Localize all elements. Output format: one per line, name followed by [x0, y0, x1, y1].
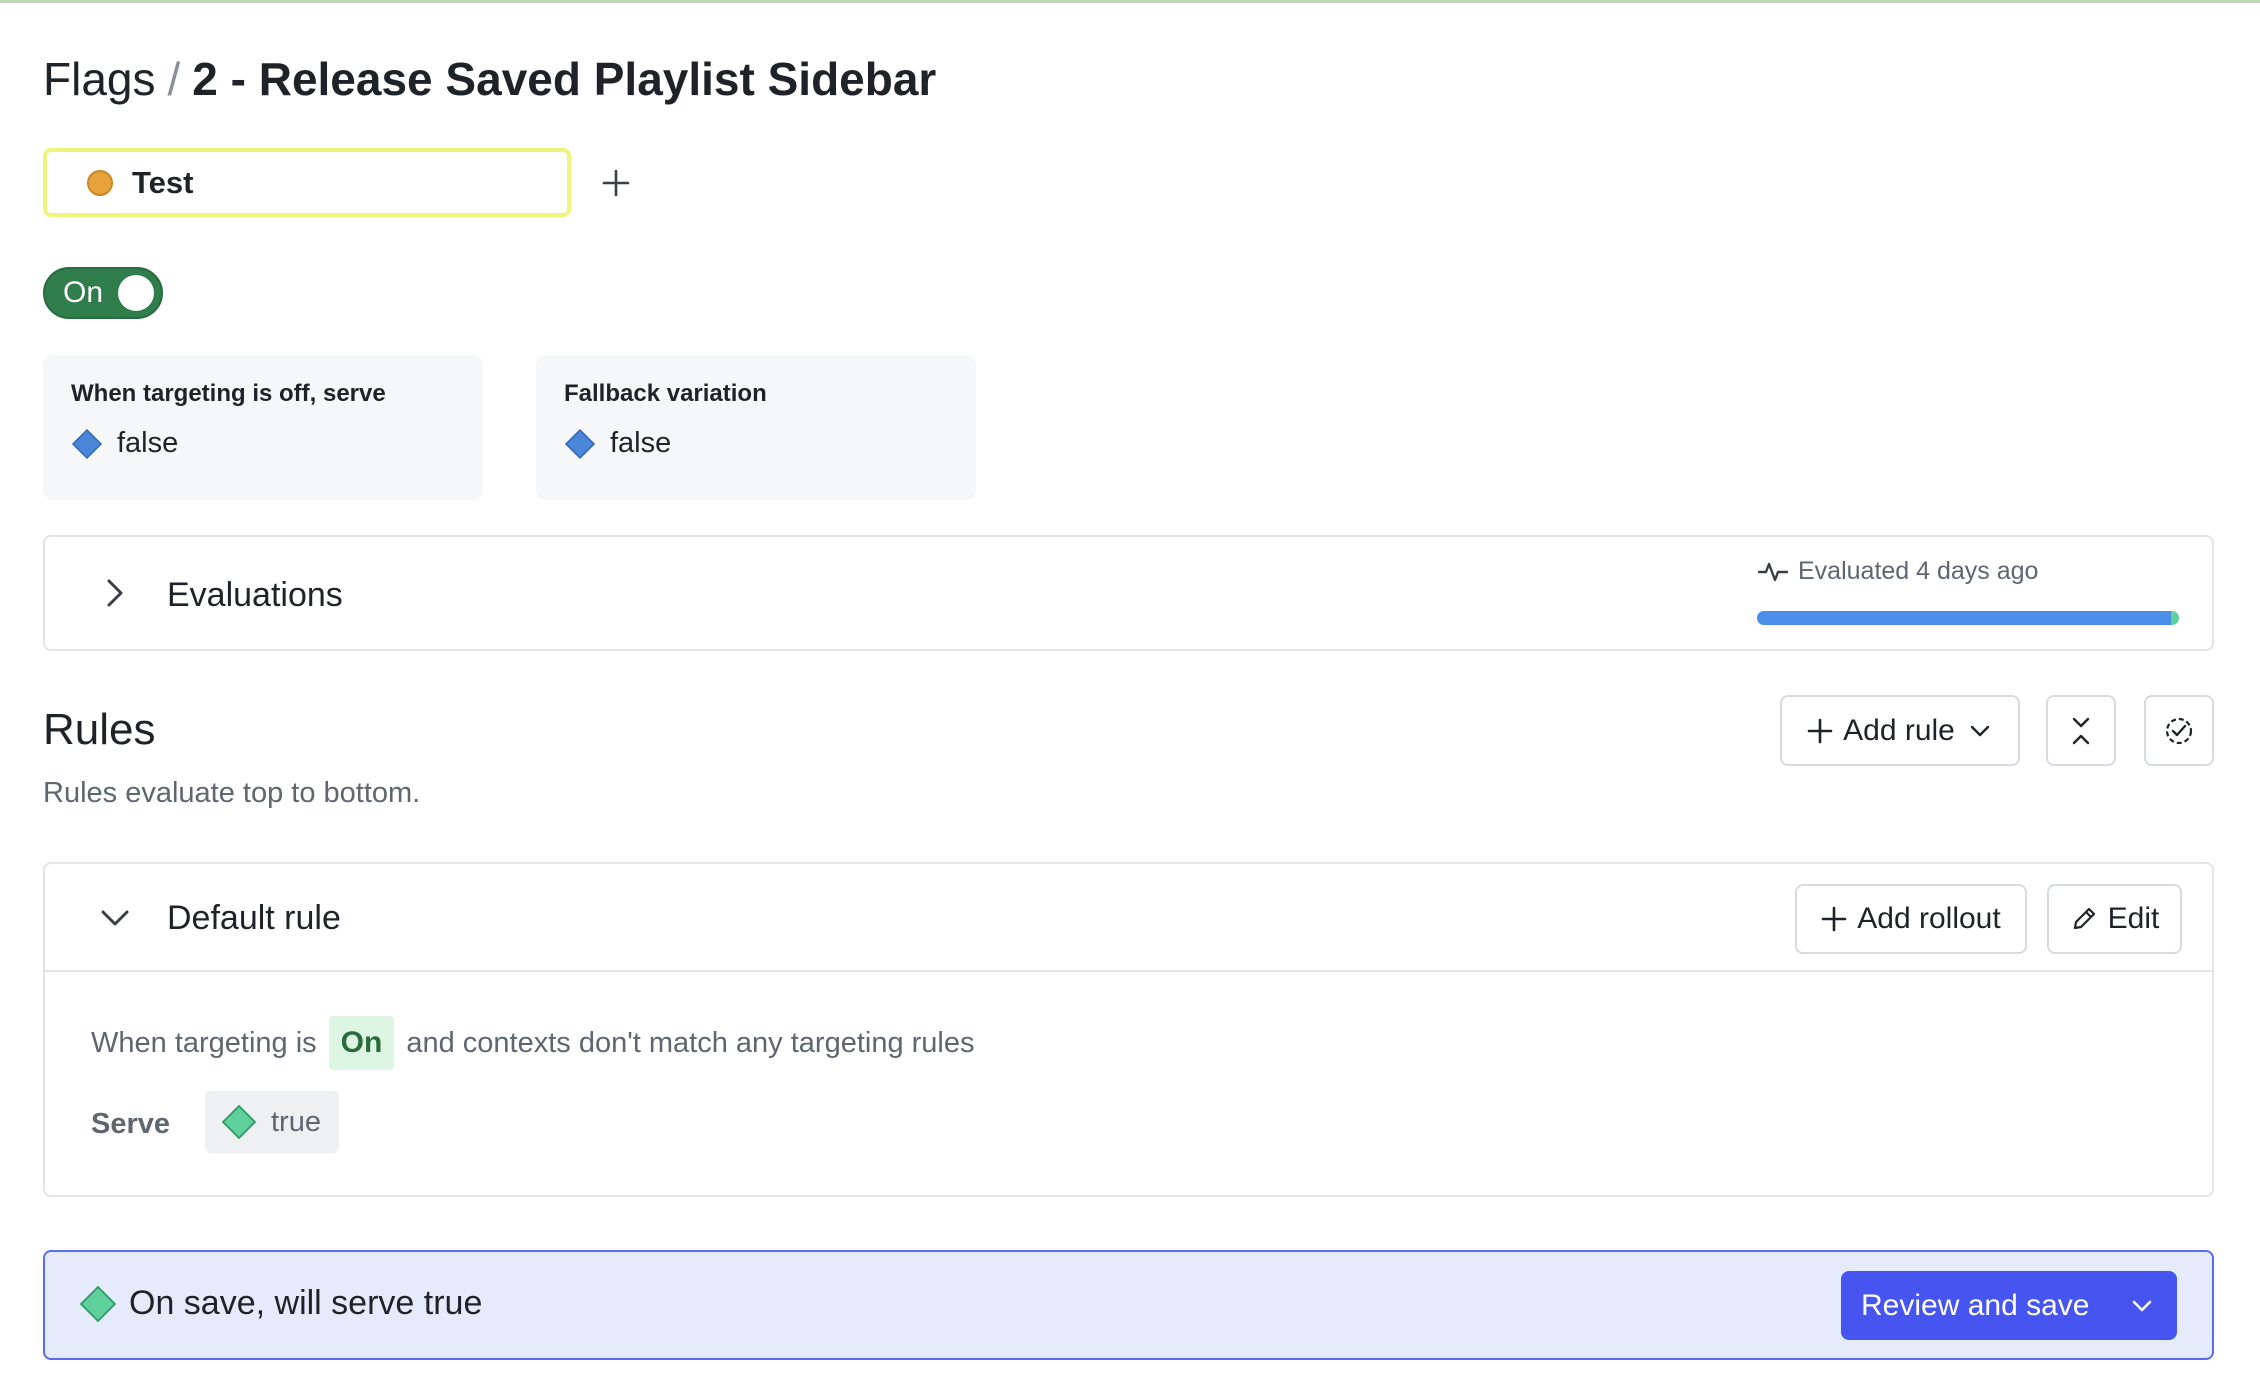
- evaluations-bar-primary: [1757, 611, 2171, 625]
- diamond-icon: [79, 1285, 117, 1322]
- rules-heading: Rules: [43, 705, 156, 754]
- default-rule-panel: Default rule Add rollout Edit When targe…: [43, 862, 2214, 1197]
- toggle-knob: [118, 275, 154, 311]
- evaluations-status-text: Evaluated 4 days ago: [1798, 557, 2039, 585]
- pencil-icon: [2073, 907, 2095, 930]
- add-rule-label: Add rule: [1843, 713, 1955, 747]
- default-rule-description: When targeting is On and contexts don't …: [91, 1016, 975, 1070]
- diamond-icon: [71, 428, 103, 459]
- targeting-state-chip: On: [328, 1016, 395, 1070]
- off-variation-value: false: [71, 427, 483, 460]
- rule-header-divider: [45, 970, 2212, 972]
- review-and-save-label: Review and save: [1861, 1288, 2090, 1322]
- serve-label: Serve: [91, 1108, 171, 1140]
- chevron-down-icon[interactable]: [2129, 1293, 2155, 1319]
- fallback-variation-title: Fallback variation: [564, 380, 767, 407]
- fallback-variation-card: Fallback variation false: [536, 355, 976, 500]
- evaluations-bar-secondary: [2170, 611, 2179, 625]
- off-variation-title: When targeting is off, serve: [71, 380, 386, 407]
- flag-targeting-page: Flags / 2 - Release Saved Playlist Sideb…: [0, 0, 2260, 1388]
- page-title: 2 - Release Saved Playlist Sidebar: [192, 53, 937, 105]
- serve-variation-chip[interactable]: true: [205, 1091, 339, 1153]
- pulse-icon: [1758, 562, 1788, 581]
- evaluations-status: Evaluated 4 days ago: [1758, 557, 2038, 586]
- breadcrumb-flags-link[interactable]: Flags: [43, 49, 155, 109]
- rule-description-suffix: and contexts don't match any targeting r…: [406, 1026, 975, 1059]
- add-rollout-label: Add rollout: [1857, 902, 2001, 935]
- evaluations-progress-bar: [1757, 611, 2179, 625]
- rules-subtitle: Rules evaluate top to bottom.: [43, 777, 421, 809]
- save-message: On save, will serve true: [79, 1284, 482, 1323]
- collapse-icon: [2072, 717, 2090, 744]
- chevron-down-icon: [1970, 725, 1990, 736]
- save-message-text: On save, will serve true: [129, 1284, 483, 1322]
- evaluations-title: Evaluations: [167, 576, 343, 614]
- diamond-icon: [564, 428, 596, 459]
- serve-variation-value: true: [271, 1105, 321, 1138]
- plus-icon: [1807, 718, 1833, 743]
- review-and-save-button[interactable]: Review and save: [1841, 1271, 2177, 1340]
- breadcrumb-separator: /: [167, 53, 181, 105]
- evaluations-panel[interactable]: Evaluations Evaluated 4 days ago: [43, 535, 2214, 651]
- chevron-down-icon[interactable]: [95, 898, 135, 938]
- rule-description-prefix: When targeting is: [91, 1026, 317, 1059]
- toggle-label: On: [63, 276, 104, 309]
- environment-tab-test[interactable]: Test: [43, 148, 571, 217]
- targeting-toggle[interactable]: On: [43, 267, 163, 319]
- default-rule-title: Default rule: [167, 899, 341, 937]
- add-rollout-button[interactable]: Add rollout: [1795, 884, 2027, 954]
- environment-tab-label: Test: [132, 164, 194, 200]
- pending-changes-bar: On save, will serve true Review and save: [43, 1250, 2214, 1360]
- edit-rule-button[interactable]: Edit: [2047, 884, 2182, 954]
- check-rules-button[interactable]: [2144, 695, 2214, 766]
- off-variation-card: When targeting is off, serve false: [43, 355, 483, 500]
- add-rule-button[interactable]: Add rule: [1780, 695, 2020, 766]
- breadcrumb: Flags / 2 - Release Saved Playlist Sideb…: [43, 49, 936, 109]
- plus-icon: [602, 169, 630, 197]
- chevron-right-icon[interactable]: [95, 573, 135, 613]
- add-environment-button[interactable]: [596, 158, 636, 208]
- fallback-variation-value-text: false: [610, 427, 672, 459]
- edit-label: Edit: [2107, 902, 2160, 935]
- check-circle-icon: [2165, 717, 2193, 744]
- environment-status-dot: [87, 169, 113, 196]
- off-variation-value-text: false: [117, 427, 179, 459]
- collapse-all-button[interactable]: [2046, 695, 2116, 766]
- diamond-icon: [221, 1104, 257, 1140]
- fallback-variation-value: false: [564, 427, 976, 460]
- plus-icon: [1821, 906, 1847, 932]
